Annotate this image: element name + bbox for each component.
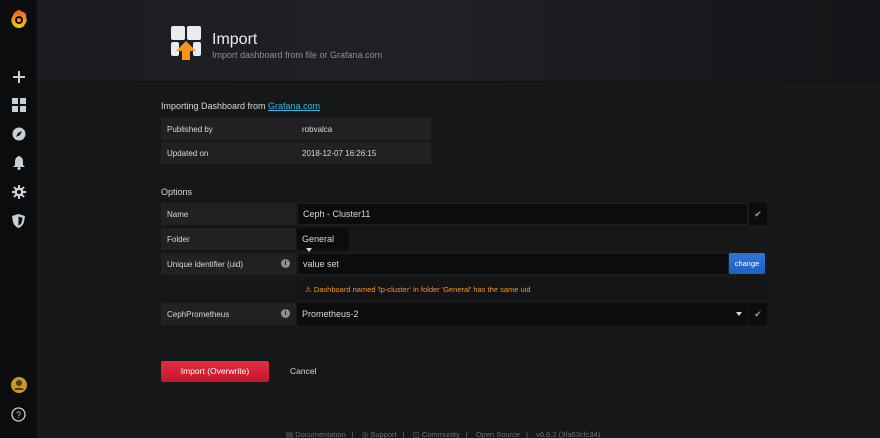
- importing-source: Importing Dashboard from Grafana.com: [161, 101, 320, 111]
- chevron-down-icon: [306, 247, 312, 252]
- page-title: Import: [212, 31, 258, 48]
- explore-icon[interactable]: [0, 125, 37, 143]
- documentation-link[interactable]: Documentation: [295, 430, 345, 438]
- page-header: Import Import dashboard from file or Gra…: [37, 0, 880, 82]
- grafana-logo-icon[interactable]: [0, 8, 37, 30]
- warning-icon: ⚠: [305, 285, 312, 294]
- folder-select-value: General: [302, 234, 335, 244]
- user-avatar-icon[interactable]: [0, 376, 37, 394]
- document-icon: ▤: [286, 430, 294, 438]
- footer: ▤ Documentation | ◎ Support | ◫ Community |…: [286, 430, 601, 438]
- datasource-valid-check-icon: ✔: [749, 303, 767, 325]
- datasource-select-value: Prometheus-2: [302, 309, 359, 319]
- import-icon: [171, 26, 203, 62]
- name-label: Name: [161, 203, 296, 225]
- published-by-row: Published by robvalca: [161, 118, 431, 140]
- chevron-down-icon: [736, 312, 742, 316]
- plus-icon[interactable]: [0, 68, 37, 86]
- uid-label: Unique identifier (uid) i: [161, 253, 296, 275]
- options-heading: Options: [161, 187, 193, 197]
- cancel-button[interactable]: Cancel: [290, 361, 316, 382]
- change-uid-button[interactable]: change: [729, 253, 765, 274]
- name-label-text: Name: [167, 210, 189, 219]
- uid-input[interactable]: value set: [297, 253, 729, 275]
- uid-conflict-warning: ⚠ Dashboard named 'lp-cluster' in folder…: [297, 279, 768, 299]
- version-text: v6.6.2 (3fa63cfc34): [536, 430, 601, 438]
- folder-select[interactable]: General: [297, 228, 349, 252]
- open-source-link[interactable]: Open Source: [476, 430, 520, 438]
- dashboards-icon[interactable]: [0, 96, 37, 114]
- datasource-label-text: CephPrometheus: [167, 310, 230, 319]
- shield-icon[interactable]: [0, 212, 37, 230]
- datasource-label: CephPrometheus i: [161, 303, 296, 325]
- grafana-com-link[interactable]: Grafana.com: [268, 101, 320, 111]
- name-input[interactable]: Ceph - Cluster11: [297, 203, 748, 225]
- info-icon[interactable]: i: [281, 259, 290, 268]
- page-subtitle: Import dashboard from file or Grafana.co…: [212, 50, 383, 60]
- updated-on-row: Updated on 2018-12-07 16:26:15: [161, 142, 431, 164]
- warning-text: Dashboard named 'lp-cluster' in folder '…: [313, 285, 531, 294]
- help-icon[interactable]: ?: [0, 405, 37, 423]
- folder-label-text: Folder: [167, 235, 190, 244]
- community-icon: ◫: [412, 430, 420, 438]
- published-by-label: Published by: [167, 125, 213, 134]
- datasource-select[interactable]: Prometheus-2: [297, 303, 748, 325]
- importing-prefix: Importing Dashboard from: [161, 101, 269, 111]
- gear-icon[interactable]: [0, 183, 37, 201]
- name-valid-check-icon: ✔: [749, 203, 767, 225]
- info-icon[interactable]: i: [281, 309, 290, 318]
- community-link[interactable]: Community: [422, 430, 460, 438]
- svg-text:?: ?: [16, 410, 21, 420]
- sidebar: ?: [0, 0, 37, 438]
- support-icon: ◎: [361, 430, 369, 438]
- uid-label-text: Unique identifier (uid): [167, 260, 244, 269]
- updated-on-label: Updated on: [167, 149, 209, 158]
- folder-label: Folder: [161, 228, 296, 250]
- published-by-value: robvalca: [302, 125, 333, 134]
- support-link[interactable]: Support: [370, 430, 396, 438]
- updated-on-value: 2018-12-07 16:26:15: [302, 149, 377, 158]
- bell-icon[interactable]: [0, 154, 37, 172]
- import-overwrite-button[interactable]: Import (Overwrite): [161, 361, 269, 382]
